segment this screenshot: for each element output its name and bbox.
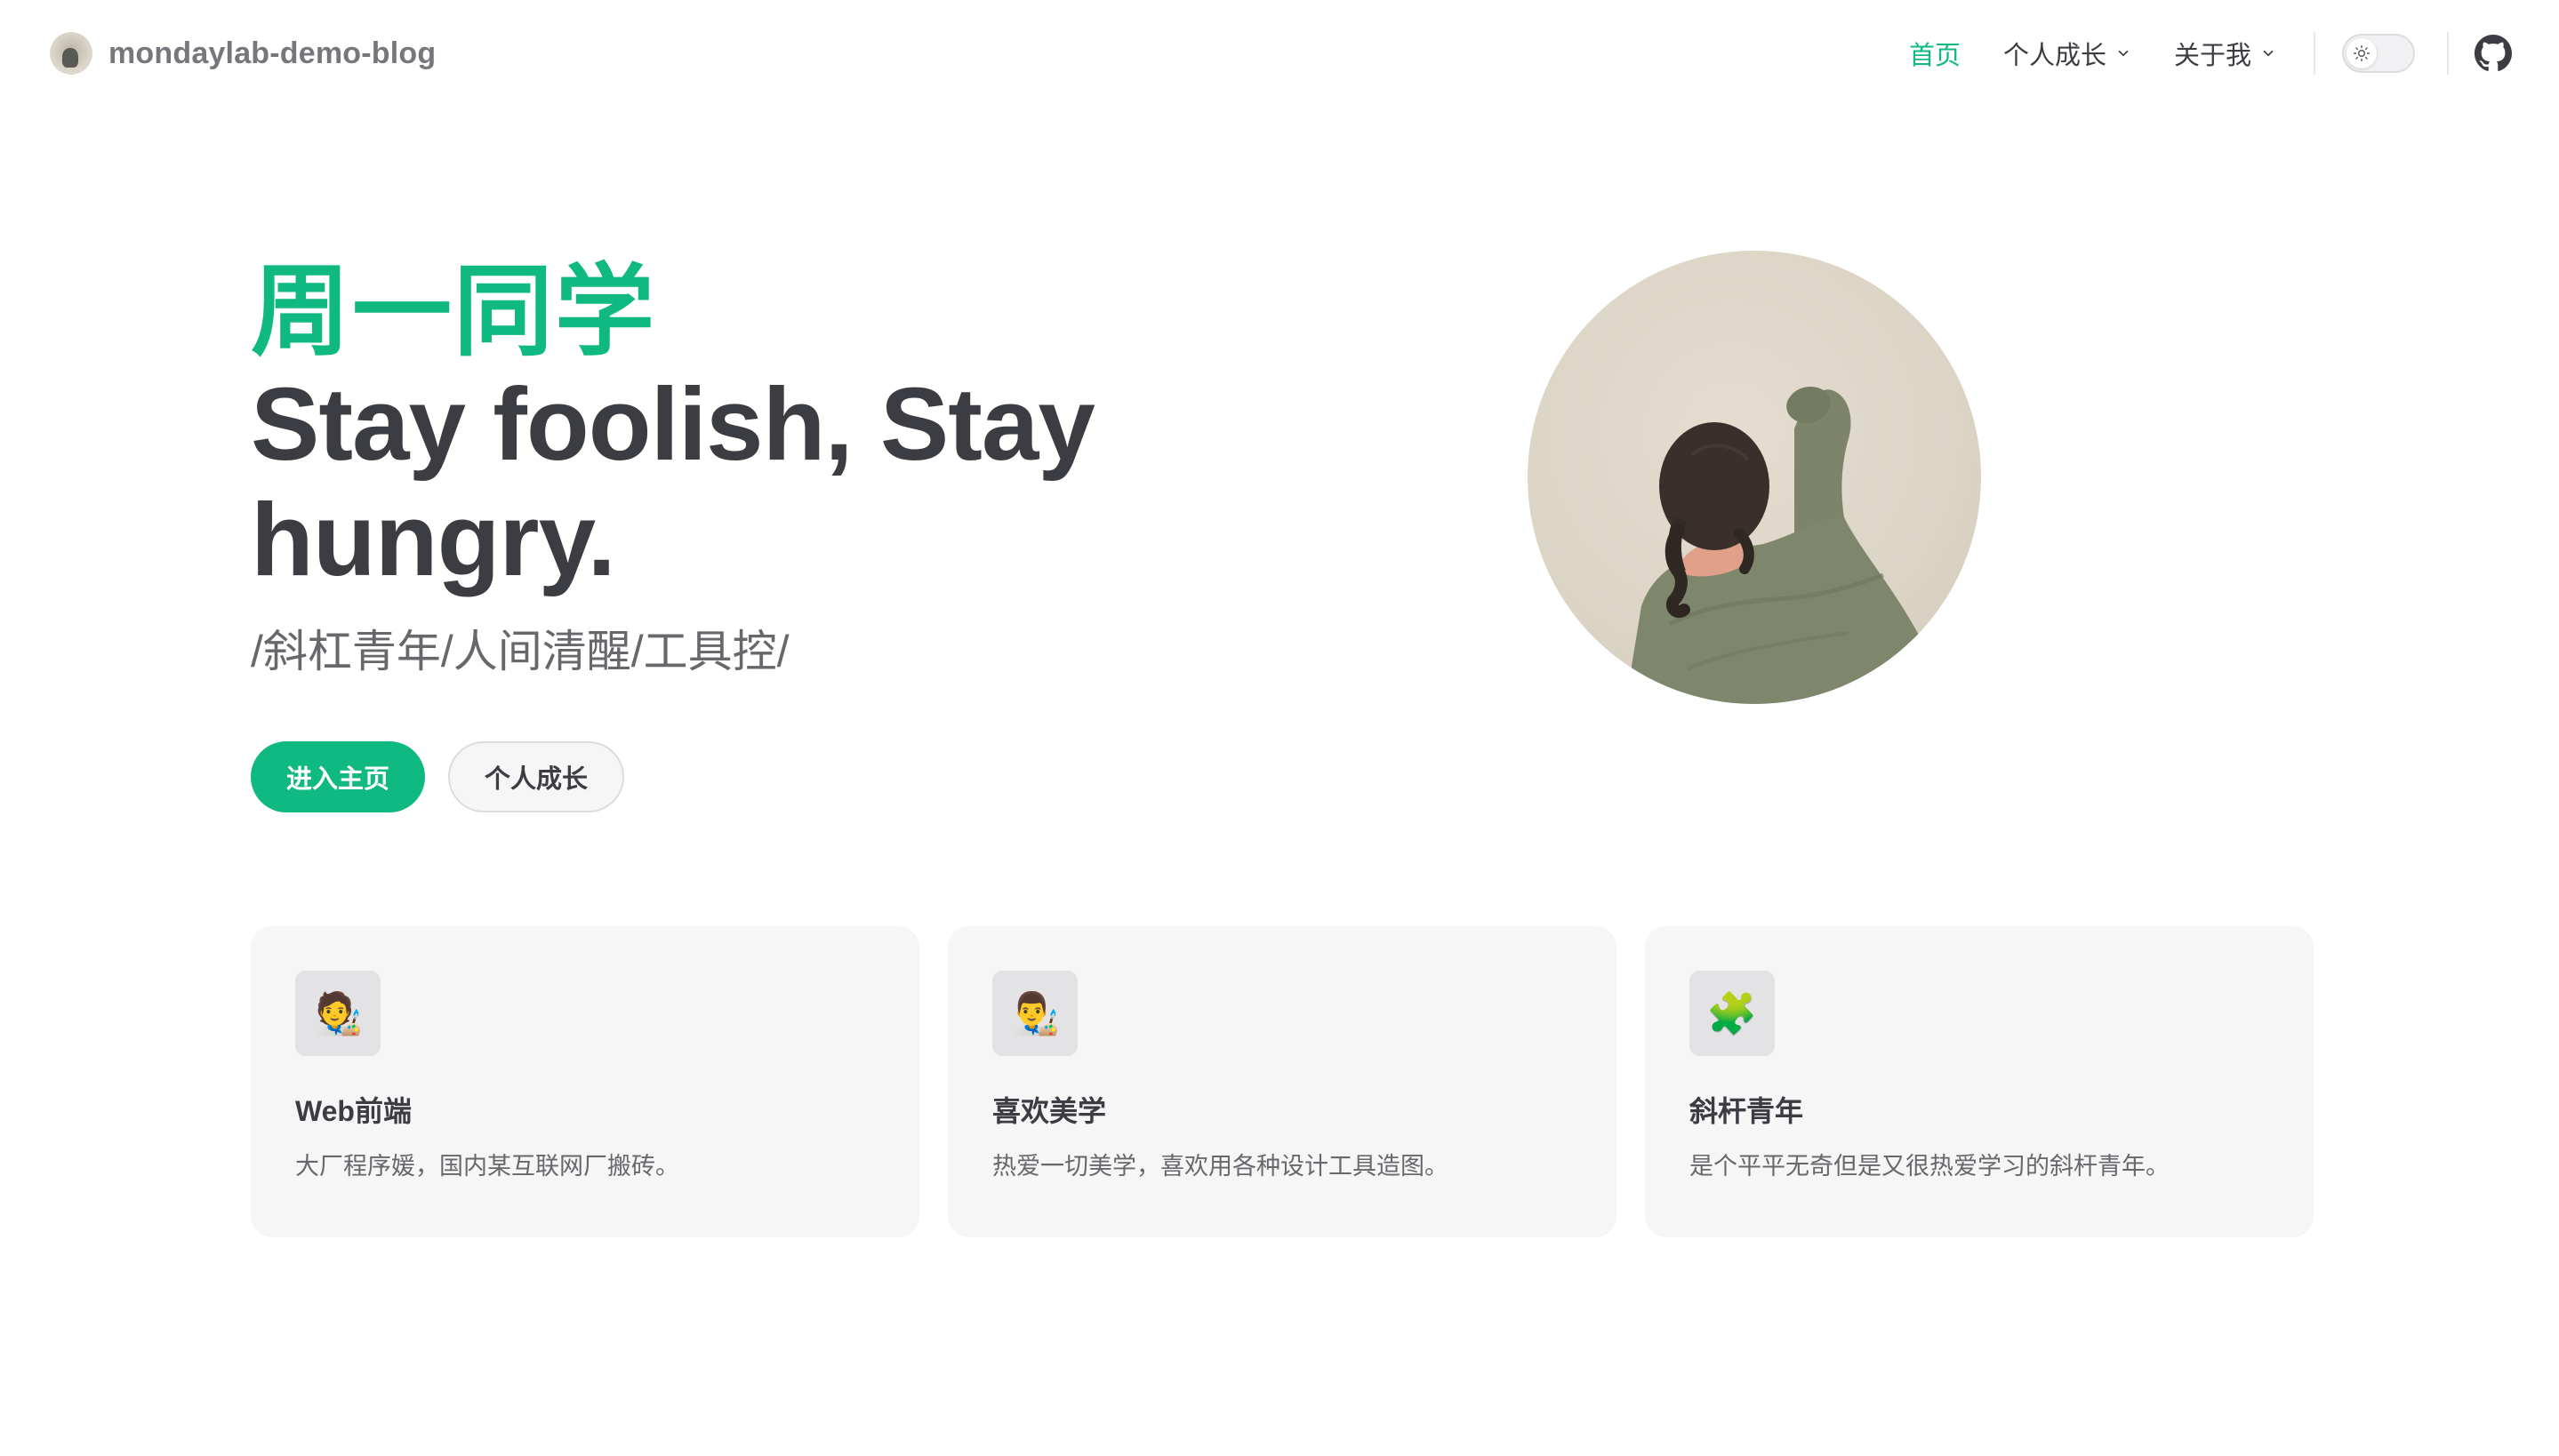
site-logo (50, 32, 92, 75)
hero-tagline: /斜杠青年/人间清醒/工具控/ (251, 627, 790, 676)
feature-card-aesthetics[interactable]: 👨‍🎨 喜欢美学 热爱一切美学，喜欢用各种设计工具造图。 (948, 926, 1616, 1237)
hero-text: Stay foolish, Stay hungry. (251, 366, 1095, 597)
site-brand-link[interactable]: mondaylab-demo-blog (50, 30, 436, 76)
hero-actions: 进入主页 个人成长 (251, 741, 624, 812)
sun-icon (2353, 44, 2370, 62)
nav-divider (2447, 32, 2449, 75)
nav-dropdown-about-label: 关于我 (2173, 42, 2251, 70)
feature-details: 是个平平无奇但是又很热爱学习的斜杆青年。 (1689, 1153, 2170, 1180)
enter-home-button[interactable]: 进入主页 (251, 741, 425, 812)
site-title: mondaylab-demo-blog (108, 36, 437, 70)
artist-emoji-icon: 🧑‍🎨 (295, 971, 381, 1056)
theme-toggle-knob (2346, 38, 2377, 68)
puzzle-piece-icon: 🧩 (1689, 971, 1775, 1056)
painter-emoji-icon: 👨‍🎨 (992, 971, 1078, 1056)
feature-card-web-frontend[interactable]: 🧑‍🎨 Web前端 大厂程序媛，国内某互联网厂搬砖。 (251, 926, 919, 1237)
nav-dropdown-about[interactable]: 关于我 (2153, 35, 2298, 72)
theme-toggle-switch[interactable] (2342, 34, 2415, 73)
features-list: 🧑‍🎨 Web前端 大厂程序媛，国内某互联网厂搬砖。 👨‍🎨 喜欢美学 热爱一切… (251, 926, 2314, 1237)
nav-dropdown-growth-label: 个人成长 (2002, 42, 2106, 70)
hero-name: 周一同学 (251, 256, 656, 367)
github-link[interactable] (2474, 34, 2513, 73)
hero-avatar-image (1528, 251, 1981, 704)
personal-growth-button[interactable]: 个人成长 (448, 741, 624, 812)
nav-divider (2314, 32, 2315, 75)
nav-link-home[interactable]: 首页 (1888, 35, 1982, 72)
feature-card-slash-youth[interactable]: 🧩 斜杆青年 是个平平无奇但是又很热爱学习的斜杆青年。 (1645, 926, 2314, 1237)
feature-title: 斜杆青年 (1689, 1095, 1804, 1127)
girl-illustration (1625, 386, 1945, 704)
feature-details: 热爱一切美学，喜欢用各种设计工具造图。 (992, 1153, 1448, 1180)
chevron-down-icon (2118, 50, 2129, 57)
nav-link-home-label: 首页 (1908, 42, 1961, 70)
feature-title: 喜欢美学 (992, 1095, 1107, 1127)
github-icon (2475, 35, 2512, 71)
top-nav: mondaylab-demo-blog 首页 个人成长 关于我 (0, 0, 2559, 107)
nav-dropdown-growth[interactable]: 个人成长 (1982, 35, 2153, 72)
nav-menu: 首页 个人成长 关于我 (1888, 25, 2513, 82)
feature-title: Web前端 (295, 1095, 412, 1127)
chevron-down-icon (2263, 50, 2274, 57)
feature-details: 大厂程序媛，国内某互联网厂搬砖。 (295, 1153, 679, 1180)
